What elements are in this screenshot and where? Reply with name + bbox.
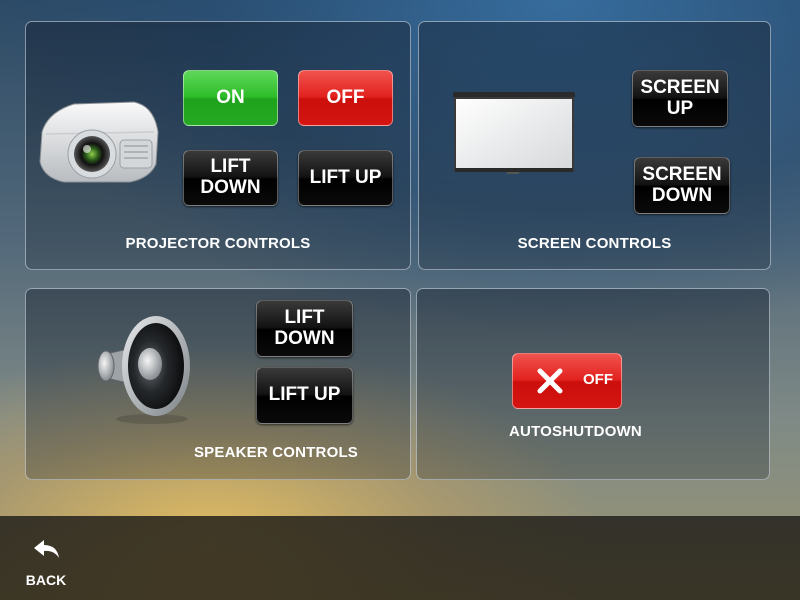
speaker-controls-panel: LIFT DOWN LIFT UP SPEAKER CONTROLS (25, 288, 411, 480)
screen-controls-title: SCREEN CONTROLS (517, 235, 672, 252)
back-label: BACK (25, 572, 67, 588)
projector-lift-down-button[interactable]: LIFT DOWN (183, 150, 278, 206)
back-arrow-icon (32, 538, 62, 560)
projector-icon (34, 92, 162, 192)
footer-bar (0, 516, 800, 600)
screen-down-button[interactable]: SCREEN DOWN (634, 157, 730, 214)
projector-off-button[interactable]: OFF (298, 70, 393, 126)
autoshutdown-panel: OFF AUTOSHUTDOWN (416, 288, 770, 480)
screen-up-button[interactable]: SCREEN UP (632, 70, 728, 127)
autoshutdown-toggle-label: OFF (583, 371, 613, 388)
autoshutdown-toggle[interactable]: OFF (512, 353, 622, 409)
speaker-lift-down-button[interactable]: LIFT DOWN (256, 300, 353, 357)
close-icon (535, 366, 565, 396)
autoshutdown-title: AUTOSHUTDOWN (509, 423, 642, 440)
speaker-icon (92, 309, 196, 425)
projection-screen-icon (453, 90, 577, 174)
screen-controls-panel: SCREEN UP SCREEN DOWN SCREEN CONTROLS (418, 21, 771, 270)
speaker-controls-title: SPEAKER CONTROLS (193, 444, 359, 461)
projector-on-button[interactable]: ON (183, 70, 278, 126)
projector-lift-up-button[interactable]: LIFT UP (298, 150, 393, 206)
projector-controls-panel: ON OFF LIFT DOWN LIFT UP PROJECTOR CONTR… (25, 21, 411, 270)
projector-controls-title: PROJECTOR CONTROLS (125, 235, 311, 252)
back-button[interactable]: BACK (14, 538, 78, 594)
speaker-lift-up-button[interactable]: LIFT UP (256, 367, 353, 424)
